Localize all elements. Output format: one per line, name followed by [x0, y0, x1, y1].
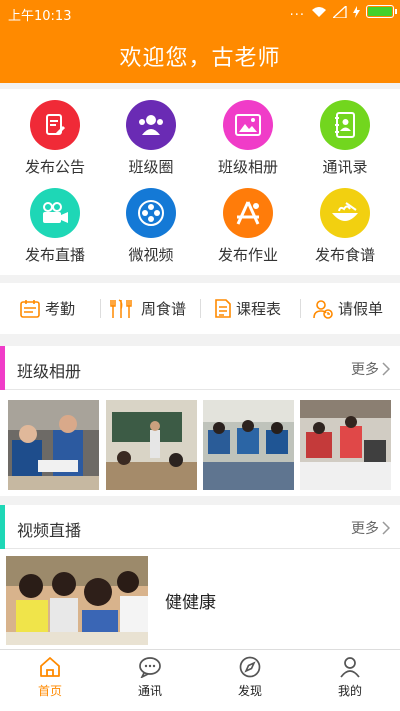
film-reel-icon [126, 188, 176, 238]
profile-icon [340, 657, 360, 678]
class-circle-icon [126, 100, 176, 150]
video-thumbnail [6, 556, 148, 645]
grid-item-label: 微视频 [128, 246, 174, 264]
grid-item-live[interactable]: 发布直播 [5, 179, 105, 269]
attendance-icon [20, 300, 40, 318]
tab-home[interactable]: 首页 [0, 650, 100, 711]
quick-link-schedule[interactable]: 课程表 [215, 283, 281, 334]
divider [200, 299, 201, 318]
grid-item-label: 发布食谱 [314, 246, 375, 264]
tab-discover[interactable]: 发现 [200, 650, 300, 711]
tab-label: 发现 [237, 684, 262, 698]
status-icons: ... [289, 4, 397, 19]
bottom-tab-bar: 首页 通讯 发现 我的 [0, 649, 400, 711]
section-title: 班级相册 [17, 362, 82, 381]
class-album-section: 班级相册 更多 [0, 346, 400, 496]
quick-link-label: 请假单 [338, 300, 384, 318]
charging-icon [353, 5, 360, 18]
section-header: 视频直播 更多 [0, 505, 400, 549]
feature-grid: 发布公告 班级圈 班级相册 通讯录 发布直播 微视频 发布作业 发布食谱 [0, 89, 400, 275]
utensils-icon [110, 298, 132, 318]
page-title: 欢迎您，古老师 [119, 46, 281, 71]
grid-item-homework[interactable]: 发布作业 [198, 179, 298, 269]
battery-icon [366, 5, 397, 18]
contacts-icon [320, 100, 370, 150]
divider [300, 299, 301, 318]
album-photo[interactable] [106, 400, 197, 490]
quick-link-label: 周食谱 [141, 300, 187, 318]
section-header: 班级相册 更多 [0, 346, 400, 390]
quick-link-label: 课程表 [236, 300, 282, 318]
quick-links-bar: 考勤 周食谱 课程表 请假单 [0, 283, 400, 334]
video-title: 健健康 [165, 593, 216, 613]
divider [100, 299, 101, 318]
chevron-right-icon [382, 521, 390, 535]
album-photo[interactable] [203, 400, 294, 490]
app-header: 上午10:13 ... 欢迎您，古老师 [0, 0, 400, 83]
tab-label: 通讯 [137, 684, 162, 698]
grid-item-recipe[interactable]: 发布食谱 [295, 179, 395, 269]
quick-link-attendance[interactable]: 考勤 [20, 283, 75, 334]
grid-item-label: 发布直播 [24, 246, 85, 264]
quick-link-label: 考勤 [45, 300, 76, 318]
grid-item-micro-video[interactable]: 微视频 [101, 179, 201, 269]
video-live-section: 视频直播 更多 健健康 [0, 505, 400, 649]
recipe-icon [320, 188, 370, 238]
album-photo[interactable] [8, 400, 99, 490]
grid-item-contacts[interactable]: 通讯录 [295, 91, 395, 181]
grid-item-photo-album[interactable]: 班级相册 [198, 91, 298, 181]
album-more-button[interactable]: 更多 [351, 359, 390, 379]
notification-dots-icon: ... [289, 4, 305, 19]
chat-icon [139, 657, 161, 678]
album-photo[interactable] [300, 400, 391, 490]
tab-label: 首页 [37, 684, 62, 698]
grid-item-label: 通讯录 [322, 158, 368, 176]
homework-icon [223, 188, 273, 238]
grid-item-label: 班级相册 [217, 158, 278, 176]
quick-link-leave-request[interactable]: 请假单 [313, 283, 383, 334]
announcement-icon [30, 100, 80, 150]
leave-request-icon [313, 299, 333, 319]
status-bar: 上午10:13 ... [0, 0, 400, 26]
grid-item-class-circle[interactable]: 班级圈 [101, 91, 201, 181]
live-camera-icon [30, 188, 80, 238]
quick-link-weekly-menu[interactable]: 周食谱 [110, 283, 186, 334]
grid-item-announcement[interactable]: 发布公告 [5, 91, 105, 181]
more-label: 更多 [351, 521, 379, 537]
section-accent-bar [0, 505, 5, 549]
signal-icon [333, 5, 347, 18]
grid-item-label: 班级圈 [128, 158, 174, 176]
photo-album-icon [223, 100, 273, 150]
status-time: 上午10:13 [8, 9, 72, 24]
home-icon [40, 657, 60, 677]
compass-icon [239, 656, 261, 678]
tab-messages[interactable]: 通讯 [100, 650, 200, 711]
wifi-icon [312, 6, 326, 17]
more-label: 更多 [351, 362, 379, 378]
tab-label: 我的 [337, 684, 362, 698]
tab-profile[interactable]: 我的 [300, 650, 400, 711]
section-accent-bar [0, 346, 5, 390]
grid-item-label: 发布公告 [24, 158, 85, 176]
grid-item-label: 发布作业 [217, 246, 278, 264]
chevron-right-icon [382, 362, 390, 376]
video-list-item[interactable]: 健健康 [0, 550, 400, 649]
section-title: 视频直播 [17, 521, 82, 540]
video-more-button[interactable]: 更多 [351, 518, 390, 538]
schedule-icon [215, 299, 231, 318]
